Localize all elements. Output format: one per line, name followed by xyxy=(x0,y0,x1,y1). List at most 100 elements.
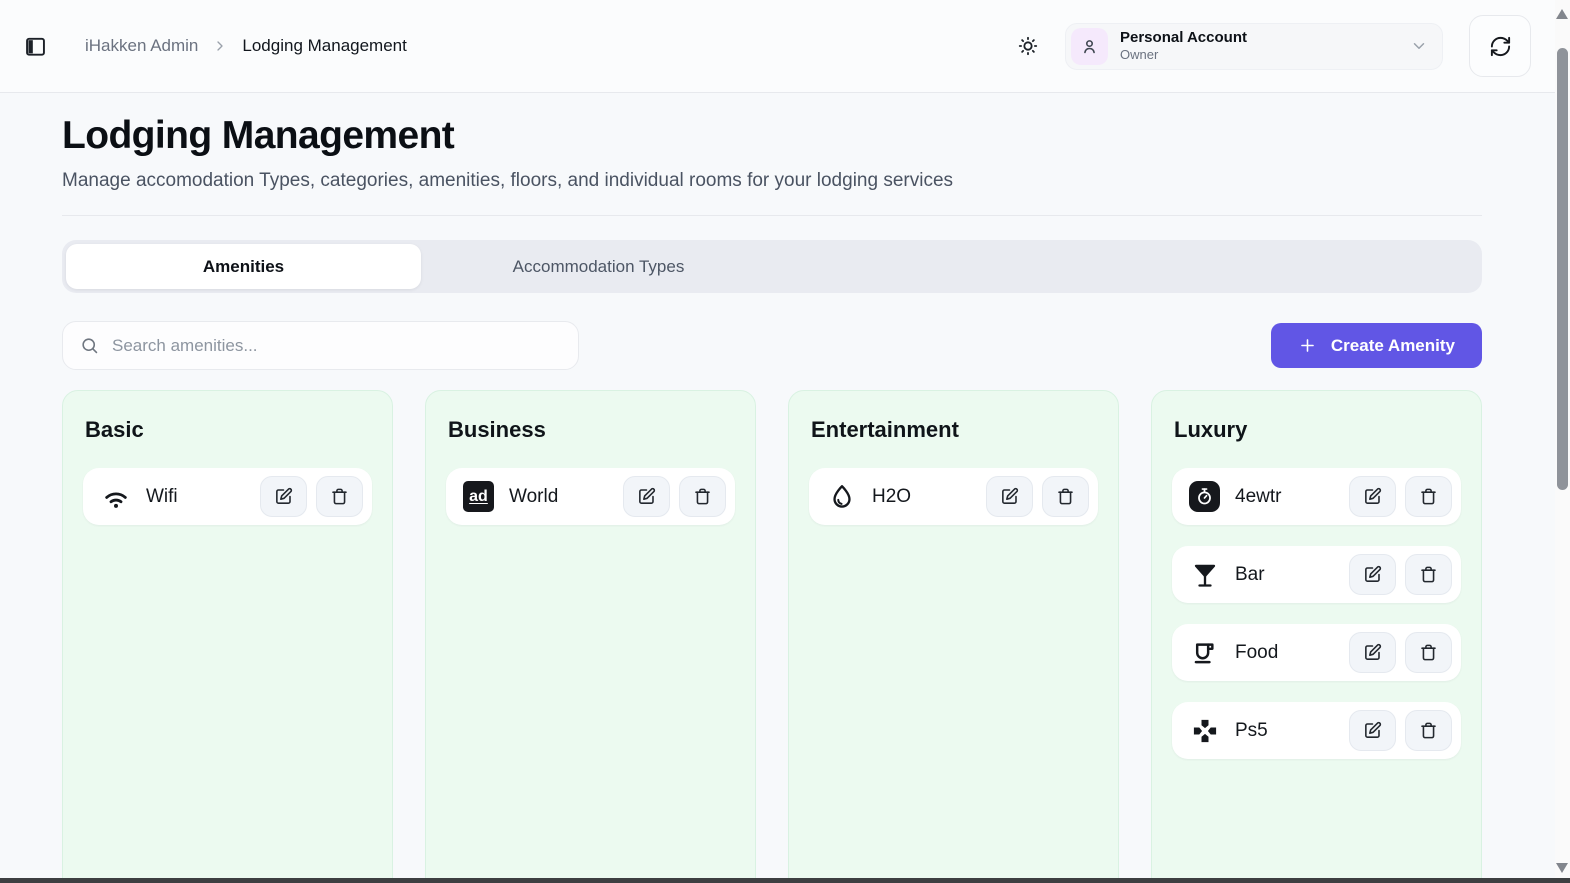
top-bar-right: Personal Account Owner xyxy=(1017,15,1531,77)
panel-left-icon xyxy=(24,35,47,58)
account-name: Personal Account xyxy=(1120,28,1247,46)
category-title: Basic xyxy=(85,417,144,442)
amenity-label: Food xyxy=(1235,641,1279,663)
category-grid: Basic Wifi Business ad World Entertainme… xyxy=(62,390,1482,883)
search-input[interactable] xyxy=(112,335,561,356)
coffee-cup-icon xyxy=(1189,637,1220,668)
amenity-label: Ps5 xyxy=(1235,719,1268,741)
amenity-label: Bar xyxy=(1235,563,1265,585)
search-box xyxy=(62,321,579,370)
trash-icon xyxy=(1419,643,1438,662)
scroll-up-arrow-icon[interactable] xyxy=(1556,9,1568,19)
category-card-luxury: Luxury 4ewtr Bar Food Ps5 xyxy=(1151,390,1482,883)
delete-amenity-button[interactable] xyxy=(1042,476,1089,517)
breadcrumb-app[interactable]: iHakken Admin xyxy=(85,36,198,56)
account-menu[interactable]: Personal Account Owner xyxy=(1065,22,1443,70)
edit-pencil-icon xyxy=(1363,565,1382,584)
edit-amenity-button[interactable] xyxy=(623,476,670,517)
plus-icon xyxy=(1298,336,1317,355)
scrollbar-thumb[interactable] xyxy=(1557,48,1568,490)
top-bar: iHakken Admin Lodging Management Persona… xyxy=(0,0,1555,93)
amenity-label: H2O xyxy=(872,485,912,507)
delete-amenity-button[interactable] xyxy=(1405,554,1452,595)
tab-list: Amenities Accommodation Types xyxy=(62,240,1482,293)
edit-amenity-button[interactable] xyxy=(986,476,1033,517)
app-window: iHakken Admin Lodging Management Persona… xyxy=(0,0,1555,883)
search-icon xyxy=(80,336,99,355)
vertical-scrollbar[interactable] xyxy=(1555,0,1570,883)
amenity-list: H2O xyxy=(809,468,1098,525)
trash-icon xyxy=(330,487,349,506)
category-card-business: Business ad World xyxy=(425,390,756,883)
category-card-basic: Basic Wifi xyxy=(62,390,393,883)
edit-amenity-button[interactable] xyxy=(1349,554,1396,595)
edit-pencil-icon xyxy=(1363,643,1382,662)
sun-icon xyxy=(1017,35,1039,57)
amenity-list: ad World xyxy=(446,468,735,525)
edit-pencil-icon xyxy=(1363,487,1382,506)
wifi-icon xyxy=(100,481,131,512)
user-icon xyxy=(1080,37,1099,56)
amenity-list: Wifi xyxy=(83,468,372,525)
edit-amenity-button[interactable] xyxy=(260,476,307,517)
breadcrumb: iHakken Admin Lodging Management xyxy=(85,36,407,56)
chevron-down-icon xyxy=(1410,37,1428,55)
amenity-label: 4ewtr xyxy=(1235,485,1282,507)
amenity-row: H2O xyxy=(809,468,1098,525)
toolbar: Create Amenity xyxy=(62,321,1482,370)
edit-pencil-icon xyxy=(1000,487,1019,506)
ad-badge-icon: ad xyxy=(463,481,494,512)
refresh-icon xyxy=(1489,35,1512,58)
edit-amenity-button[interactable] xyxy=(1349,476,1396,517)
tab-amenities[interactable]: Amenities xyxy=(66,244,421,289)
martini-icon xyxy=(1189,559,1220,590)
delete-amenity-button[interactable] xyxy=(316,476,363,517)
delete-amenity-button[interactable] xyxy=(679,476,726,517)
main-content: Lodging Management Manage accomodation T… xyxy=(0,114,1555,883)
droplet-icon xyxy=(826,481,857,512)
divider xyxy=(62,215,1482,216)
tab-accommodation-types[interactable]: Accommodation Types xyxy=(421,244,776,289)
amenity-row: 4ewtr xyxy=(1172,468,1461,525)
page-title: Lodging Management xyxy=(62,114,455,157)
edit-pencil-icon xyxy=(274,487,293,506)
edit-amenity-button[interactable] xyxy=(1349,710,1396,751)
amenity-row: Wifi xyxy=(83,468,372,525)
trash-icon xyxy=(1056,487,1075,506)
amenity-row: Bar xyxy=(1172,546,1461,603)
amenity-list: 4ewtr Bar Food Ps5 xyxy=(1172,468,1461,759)
scroll-down-arrow-icon[interactable] xyxy=(1556,863,1568,873)
gamepad-dpad-icon xyxy=(1189,715,1220,746)
delete-amenity-button[interactable] xyxy=(1405,632,1452,673)
bottom-edge-bar xyxy=(0,878,1570,883)
category-title: Entertainment xyxy=(811,417,959,442)
amenity-label: Wifi xyxy=(146,485,178,507)
amenity-row: Ps5 xyxy=(1172,702,1461,759)
edit-pencil-icon xyxy=(1363,721,1382,740)
trash-icon xyxy=(693,487,712,506)
category-card-entertainment: Entertainment H2O xyxy=(788,390,1119,883)
trash-icon xyxy=(1419,721,1438,740)
delete-amenity-button[interactable] xyxy=(1405,710,1452,751)
trash-icon xyxy=(1419,565,1438,584)
create-amenity-button[interactable]: Create Amenity xyxy=(1270,323,1482,368)
category-title: Business xyxy=(448,417,546,442)
refresh-button[interactable] xyxy=(1469,15,1531,77)
chevron-right-icon xyxy=(212,38,228,54)
edit-pencil-icon xyxy=(637,487,656,506)
timer-icon xyxy=(1189,481,1220,512)
trash-icon xyxy=(1419,487,1438,506)
breadcrumb-page: Lodging Management xyxy=(242,36,407,55)
avatar xyxy=(1071,27,1108,65)
theme-toggle-button[interactable] xyxy=(1017,35,1039,57)
create-amenity-label: Create Amenity xyxy=(1330,335,1455,355)
sidebar-toggle-button[interactable] xyxy=(24,35,47,58)
category-title: Luxury xyxy=(1174,417,1248,442)
delete-amenity-button[interactable] xyxy=(1405,476,1452,517)
amenity-row: ad World xyxy=(446,468,735,525)
amenity-row: Food xyxy=(1172,624,1461,681)
edit-amenity-button[interactable] xyxy=(1349,632,1396,673)
amenity-label: World xyxy=(509,485,559,507)
page-subtitle: Manage accomodation Types, categories, a… xyxy=(62,170,954,191)
account-role: Owner xyxy=(1120,47,1159,63)
